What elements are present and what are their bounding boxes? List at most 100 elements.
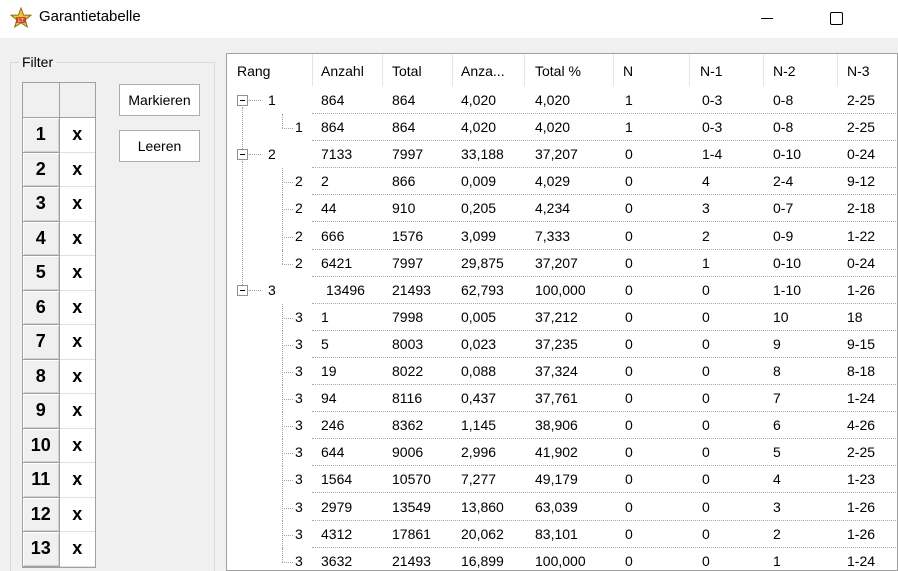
filter-row[interactable]: 8x <box>23 359 95 394</box>
table-cell: 0 <box>625 525 633 542</box>
filter-row-mark[interactable]: x <box>59 360 95 394</box>
table-cell: 0,088 <box>461 363 497 379</box>
filter-row-mark[interactable]: x <box>59 222 95 256</box>
filter-row-mark[interactable]: x <box>59 291 95 325</box>
tree-child-row[interactable]: 3 3632 21493 16,899 100,000 0 0 1 1-24 <box>227 547 897 570</box>
column-separator[interactable] <box>837 54 838 86</box>
filter-row-number[interactable]: 3 <box>23 187 60 222</box>
column-header[interactable]: N-3 <box>847 63 870 79</box>
filter-row-number[interactable]: 8 <box>23 359 60 394</box>
collapse-icon[interactable] <box>237 284 248 296</box>
minimize-icon <box>761 17 773 19</box>
filter-row[interactable]: 9x <box>23 394 95 429</box>
column-header[interactable]: Rang <box>237 63 270 79</box>
column-header[interactable]: Total <box>392 63 422 79</box>
filter-row-number[interactable]: 7 <box>23 325 60 360</box>
filter-row-mark[interactable]: x <box>59 325 95 360</box>
tree-child-row[interactable]: 2 6421 7997 29,875 37,207 0 1 0-10 0-24 <box>227 249 897 277</box>
filter-row[interactable]: 11 x <box>23 463 95 498</box>
app-star-icon: LT <box>10 7 32 29</box>
filter-row-number[interactable]: 4 <box>23 221 60 256</box>
filter-row-number[interactable]: 1 <box>23 118 60 153</box>
filter-row[interactable]: 1x <box>23 118 95 153</box>
markieren-button[interactable]: Markieren <box>119 84 200 116</box>
filter-row-mark[interactable]: x <box>59 256 95 291</box>
column-separator[interactable] <box>452 54 453 86</box>
tree-group-row[interactable]: 1 864 864 4,020 4,020 1 0-3 0-8 2-25 <box>227 87 897 115</box>
filter-row[interactable]: 3x <box>23 187 95 222</box>
tree-child-row[interactable]: 3 4312 17861 20,062 83,101 0 0 2 1-26 <box>227 520 897 548</box>
filter-row-mark[interactable]: x <box>59 498 95 532</box>
filter-row-number[interactable]: 10 <box>23 428 60 463</box>
tree-child-row[interactable]: 3 19 8022 0,088 37,324 0 0 8 8-18 <box>227 358 897 386</box>
filter-row-mark[interactable]: x <box>59 429 95 463</box>
column-header[interactable]: N <box>623 63 633 79</box>
collapse-icon[interactable] <box>237 95 248 106</box>
minimize-button[interactable] <box>744 0 790 36</box>
table-cell: 864 <box>321 119 345 136</box>
collapse-icon[interactable] <box>237 149 248 161</box>
column-header[interactable]: Anzahl <box>321 63 364 79</box>
filter-row-mark[interactable]: x <box>59 394 95 429</box>
filter-row[interactable]: 4x <box>23 221 95 256</box>
tree-child-row[interactable]: 3 94 8116 0,437 37,761 0 0 7 1-24 <box>227 385 897 413</box>
filter-row[interactable]: 7x <box>23 325 95 360</box>
column-separator[interactable] <box>312 54 313 86</box>
table-cell: 1-26 <box>847 498 876 515</box>
filter-row[interactable]: 2x <box>23 152 95 187</box>
column-header[interactable]: N-1 <box>700 63 723 79</box>
filter-row-number[interactable]: 9 <box>23 394 60 429</box>
filter-row-mark[interactable]: x <box>59 118 95 153</box>
filter-row[interactable]: 12 x <box>23 497 95 532</box>
maximize-button[interactable] <box>813 0 859 36</box>
filter-row-number[interactable]: 11 <box>23 463 60 498</box>
tree-group-row[interactable]: 2 7133 7997 33,188 37,207 0 1-4 0-10 0-24 <box>227 141 897 169</box>
tree-child-row[interactable]: 3 644 9006 2,996 41,902 0 0 5 2-25 <box>227 439 897 467</box>
table-cell: 0 <box>702 363 710 379</box>
table-cell: 5 <box>773 444 781 461</box>
column-header[interactable]: Anza... <box>461 63 505 79</box>
tree-connector <box>249 154 261 156</box>
column-separator[interactable] <box>524 54 525 86</box>
filter-row-mark[interactable]: x <box>59 463 95 498</box>
filter-row-mark[interactable]: x <box>59 532 95 567</box>
filter-grid[interactable]: 1 x 2 x 3 x 4 x 5 x 6 x 7 x 8 x 9 x 10 x 11 x 12 x 13 x <box>22 82 96 568</box>
table-cell: 4,020 <box>461 119 497 136</box>
table-cell: 866 <box>392 173 416 190</box>
table-cell: 2 <box>702 227 710 244</box>
column-separator[interactable] <box>613 54 614 86</box>
tree-group-row[interactable]: 3 13496 21493 62,793 100,000 0 0 1-10 1-26 <box>227 277 897 304</box>
column-header[interactable]: N-2 <box>773 63 796 79</box>
leeren-button[interactable]: Leeren <box>119 130 200 162</box>
tree-child-row[interactable]: 3 1 7998 0,005 37,212 0 0 10 18 <box>227 303 897 331</box>
table-cell: 37,207 <box>535 254 578 271</box>
column-separator[interactable] <box>763 54 764 86</box>
tree-connector <box>242 161 243 285</box>
tree-child-row[interactable]: 1 864 864 4,020 4,020 1 0-3 0-8 2-25 <box>227 114 897 142</box>
tree-child-row[interactable]: 3 1564 10570 7,277 49,179 0 0 4 1-23 <box>227 466 897 494</box>
filter-row[interactable]: 10 x <box>23 428 95 463</box>
column-separator[interactable] <box>689 54 690 86</box>
filter-row-mark[interactable]: x <box>59 153 95 187</box>
filter-row[interactable]: 13 x <box>23 532 95 567</box>
tree-child-row[interactable]: 2 44 910 0,205 4,234 0 3 0-7 2-18 <box>227 195 897 223</box>
filter-row-number[interactable]: 12 <box>23 497 60 532</box>
filter-row[interactable]: 5x <box>23 256 95 291</box>
filter-row-mark[interactable]: x <box>59 187 95 222</box>
tree-child-row[interactable]: 3 2979 13549 13,860 63,039 0 0 3 1-26 <box>227 493 897 521</box>
filter-row-number[interactable]: 2 <box>23 152 60 187</box>
tree-child-row[interactable]: 2 2 866 0,009 4,029 0 4 2-4 9-12 <box>227 168 897 196</box>
filter-row[interactable]: 6x <box>23 290 95 325</box>
filter-row-number[interactable]: 13 <box>23 532 60 567</box>
window-title: Garantietabelle <box>39 8 141 25</box>
filter-row-number[interactable]: 6 <box>23 290 60 325</box>
tree-child-row[interactable]: 3 5 8003 0,023 37,235 0 0 9 9-15 <box>227 330 897 358</box>
filter-row-number[interactable]: 5 <box>23 256 60 291</box>
table-cell: 9006 <box>392 444 424 461</box>
tree-connector <box>282 480 293 482</box>
column-header[interactable]: Total % <box>535 63 581 79</box>
column-separator[interactable] <box>382 54 383 86</box>
garantie-tree-table[interactable]: Rang Anzahl Total Anza... Total % N N-1 N-2 N-3 … <box>226 53 898 571</box>
tree-child-row[interactable]: 2 666 1576 3,099 7,333 0 2 0-9 1-22 <box>227 222 897 250</box>
tree-child-row[interactable]: 3 246 8362 1,145 38,906 0 0 6 4-26 <box>227 412 897 440</box>
